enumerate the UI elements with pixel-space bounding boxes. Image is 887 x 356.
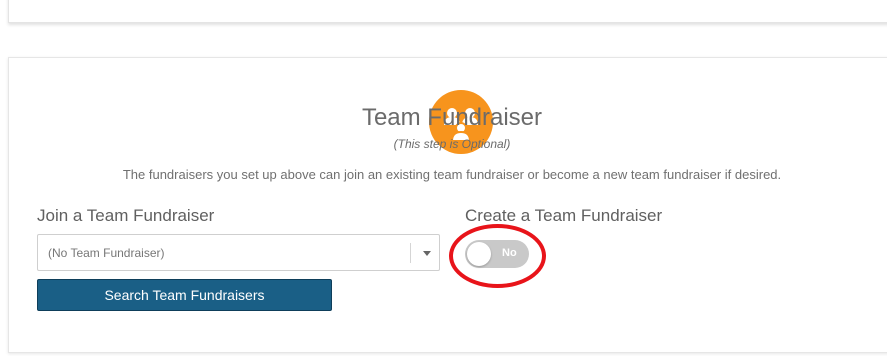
section-description: The fundraisers you set up above can joi…	[122, 167, 782, 182]
chevron-down-icon[interactable]	[423, 251, 431, 256]
create-team-label: Create a Team Fundraiser	[465, 206, 663, 225]
select-value: (No Team Fundraiser)	[48, 246, 165, 260]
join-team-label: Join a Team Fundraiser	[37, 206, 215, 225]
toggle-state-text: No	[502, 247, 517, 259]
create-team-toggle[interactable]: No	[465, 240, 529, 268]
section-title: Team Fundraiser	[361, 104, 543, 131]
team-fundraiser-select[interactable]: (No Team Fundraiser)	[37, 234, 440, 271]
toggle-knob[interactable]	[467, 242, 491, 266]
select-divider	[410, 243, 411, 263]
search-team-fundraisers-button[interactable]: Search Team Fundraisers	[37, 279, 332, 311]
previous-section-card	[8, 0, 887, 23]
section-subtitle: (This step is Optional)	[393, 137, 511, 151]
